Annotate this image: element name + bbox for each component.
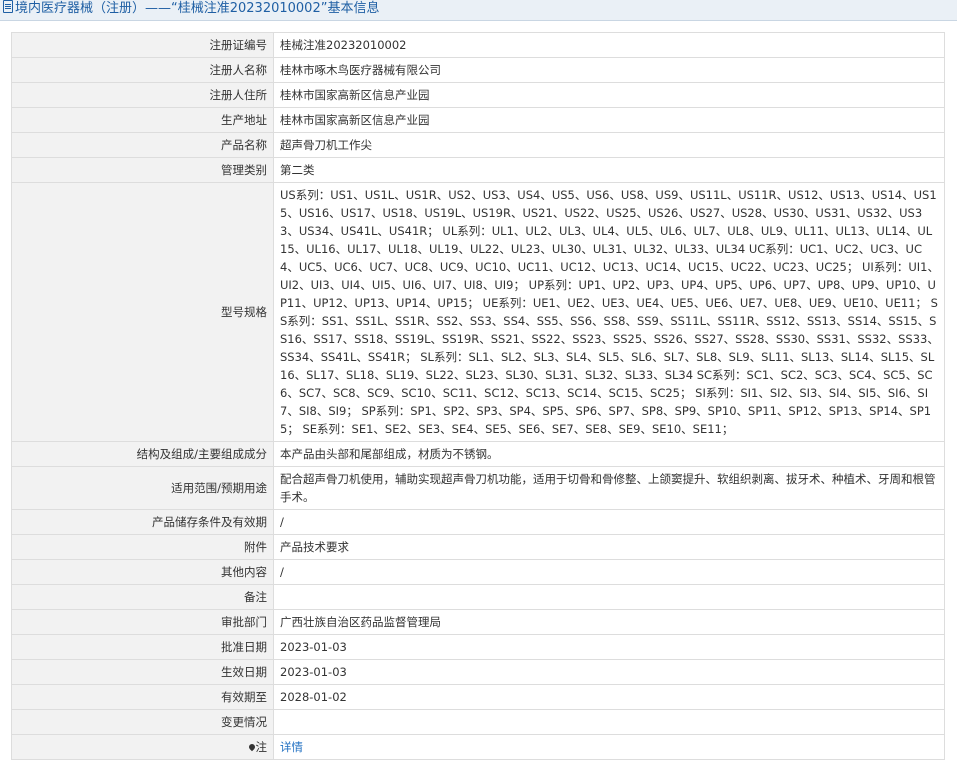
- document-icon: [3, 0, 13, 13]
- table-row: 注册证编号 桂械注准20232010002: [11, 32, 945, 58]
- row-value: 桂械注准20232010002: [273, 32, 945, 58]
- page-title-wrap: 境内医疗器械（注册）——“桂械注准20232010002”基本信息: [3, 0, 379, 20]
- row-value: US系列：US1、US1L、US1R、US2、US3、US4、US5、US6、U…: [273, 182, 945, 442]
- row-value: 2028-01-02: [273, 684, 945, 710]
- table-row: 变更情况: [11, 709, 945, 735]
- table-row: 型号规格 US系列：US1、US1L、US1R、US2、US3、US4、US5、U…: [11, 182, 945, 442]
- table-row: 生产地址 桂林市国家高新区信息产业园: [11, 107, 945, 133]
- row-value: 超声骨刀机工作尖: [273, 132, 945, 158]
- row-value: [273, 584, 945, 610]
- row-value: /: [273, 509, 945, 535]
- row-label: 结构及组成/主要组成成分: [11, 441, 274, 467]
- row-label: 附件: [11, 534, 274, 560]
- row-value: 产品技术要求: [273, 534, 945, 560]
- note-value-cell: 详情: [273, 734, 945, 760]
- table-row: 生效日期 2023-01-03: [11, 659, 945, 685]
- row-label: 注册证编号: [11, 32, 274, 58]
- note-row: 注 详情: [11, 734, 945, 760]
- row-value: 广西壮族自治区药品监督管理局: [273, 609, 945, 635]
- row-label: 生效日期: [11, 659, 274, 685]
- table-row: 产品储存条件及有效期 /: [11, 509, 945, 535]
- table-row: 批准日期 2023-01-03: [11, 634, 945, 660]
- info-table: 注册证编号 桂械注准20232010002 注册人名称 桂林市啄木鸟医疗器械有限公司…: [11, 32, 945, 760]
- table-row: 备注: [11, 584, 945, 610]
- row-label: 生产地址: [11, 107, 274, 133]
- table-row: 有效期至 2028-01-02: [11, 684, 945, 710]
- page-title: 境内医疗器械（注册）——“桂械注准20232010002”基本信息: [15, 1, 380, 16]
- row-value: 2023-01-03: [273, 659, 945, 685]
- row-value: 桂林市国家高新区信息产业园: [273, 82, 945, 108]
- details-link[interactable]: 详情: [280, 740, 303, 754]
- page-header: 境内医疗器械（注册）——“桂械注准20232010002”基本信息: [0, 0, 957, 21]
- table-row: 注册人名称 桂林市啄木鸟医疗器械有限公司: [11, 57, 945, 83]
- row-label: 产品储存条件及有效期: [11, 509, 274, 535]
- row-label: 型号规格: [11, 182, 274, 442]
- row-label: 适用范围/预期用途: [11, 466, 274, 510]
- row-value: 桂林市啄木鸟医疗器械有限公司: [273, 57, 945, 83]
- row-label: 产品名称: [11, 132, 274, 158]
- table-row: 注册人住所 桂林市国家高新区信息产业园: [11, 82, 945, 108]
- table-row: 结构及组成/主要组成成分 本产品由头部和尾部组成，材质为不锈钢。: [11, 441, 945, 467]
- row-label: 其他内容: [11, 559, 274, 585]
- row-value: 2023-01-03: [273, 634, 945, 660]
- row-label: 变更情况: [11, 709, 274, 735]
- table-row: 其他内容 /: [11, 559, 945, 585]
- row-value: 本产品由头部和尾部组成，材质为不锈钢。: [273, 441, 945, 467]
- row-label: 管理类别: [11, 157, 274, 183]
- row-label: 有效期至: [11, 684, 274, 710]
- row-label: 审批部门: [11, 609, 274, 635]
- table-row: 附件 产品技术要求: [11, 534, 945, 560]
- table-row: 产品名称 超声骨刀机工作尖: [11, 132, 945, 158]
- row-value: /: [273, 559, 945, 585]
- row-label: 注册人住所: [11, 82, 274, 108]
- row-value: [273, 709, 945, 735]
- table-row: 适用范围/预期用途 配合超声骨刀机使用，辅助实现超声骨刀机功能，适用于切骨和骨修整…: [11, 466, 945, 510]
- row-label: 批准日期: [11, 634, 274, 660]
- table-row: 审批部门 广西壮族自治区药品监督管理局: [11, 609, 945, 635]
- pin-icon: [247, 742, 256, 752]
- row-label: 注册人名称: [11, 57, 274, 83]
- note-label: 注: [255, 740, 268, 754]
- row-value: 桂林市国家高新区信息产业园: [273, 107, 945, 133]
- row-label: 备注: [11, 584, 274, 610]
- table-row: 管理类别 第二类: [11, 157, 945, 183]
- row-value: 第二类: [273, 157, 945, 183]
- row-value: 配合超声骨刀机使用，辅助实现超声骨刀机功能，适用于切骨和骨修整、上颌窦提升、软组…: [273, 466, 945, 510]
- note-label-cell: 注: [11, 734, 274, 760]
